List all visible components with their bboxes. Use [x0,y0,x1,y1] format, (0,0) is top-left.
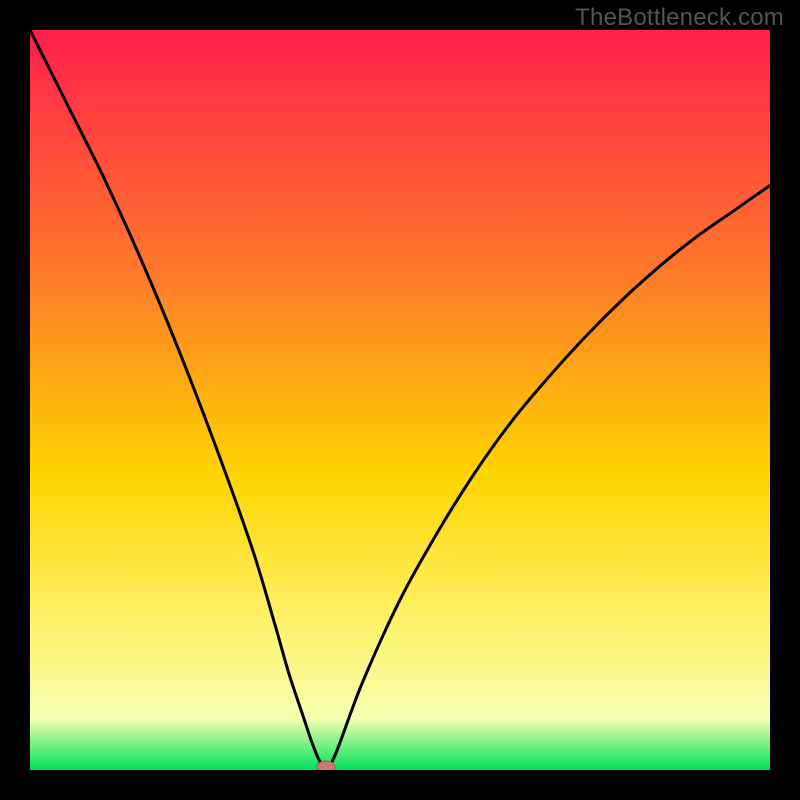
chart-area [30,30,770,770]
gradient-background [30,30,770,770]
watermark-text: TheBottleneck.com [575,4,784,32]
minimum-marker [317,761,335,770]
bottleneck-chart [30,30,770,770]
outer-frame: TheBottleneck.com [0,0,800,800]
